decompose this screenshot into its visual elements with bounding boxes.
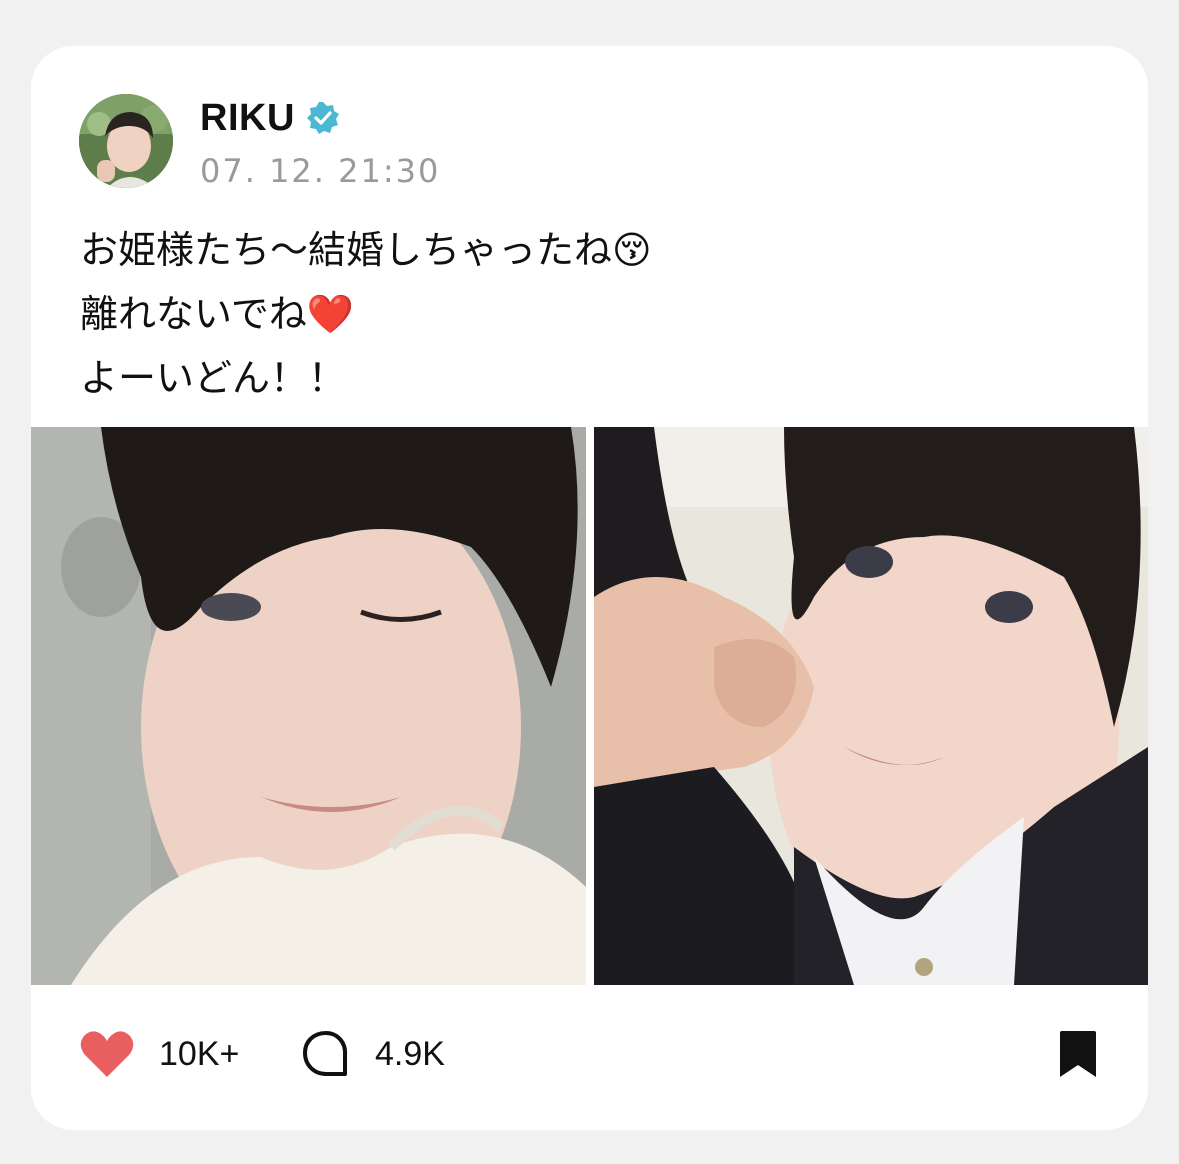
comment-count: 4.9K	[375, 1034, 445, 1073]
photo-2[interactable]	[594, 427, 1148, 985]
photo-1[interactable]	[31, 427, 586, 985]
post-text: お姫様たち～結婚しちゃったね😚 離れないでね❤️ よーいどん！！	[80, 218, 652, 410]
like-count: 10K+	[159, 1034, 240, 1073]
username[interactable]: RIKU	[200, 97, 295, 140]
comment-icon	[303, 1031, 348, 1076]
post-text-line: お姫様たち～結婚しちゃったね😚	[80, 228, 652, 272]
comment-button[interactable]: 4.9K	[301, 1026, 445, 1082]
verified-badge-icon	[306, 102, 339, 134]
post-text-line: よーいどん！！	[80, 356, 347, 400]
heart-icon	[80, 1031, 134, 1077]
bookmark-button[interactable]	[1056, 1026, 1100, 1082]
bookmark-icon	[1060, 1031, 1096, 1077]
post-text-line: 離れないでね❤️	[80, 292, 355, 336]
action-bar: 10K+ 4.9K	[79, 1026, 1100, 1082]
avatar[interactable]	[79, 94, 173, 188]
post-card: RIKU 07. 12. 21:30 お姫様たち～結婚しちゃったね😚 離れないで…	[31, 46, 1148, 1130]
post-timestamp: 07. 12. 21:30	[200, 152, 441, 190]
like-button[interactable]: 10K+	[79, 1026, 239, 1082]
photo-grid	[31, 427, 1148, 985]
username-row: RIKU	[200, 96, 341, 140]
